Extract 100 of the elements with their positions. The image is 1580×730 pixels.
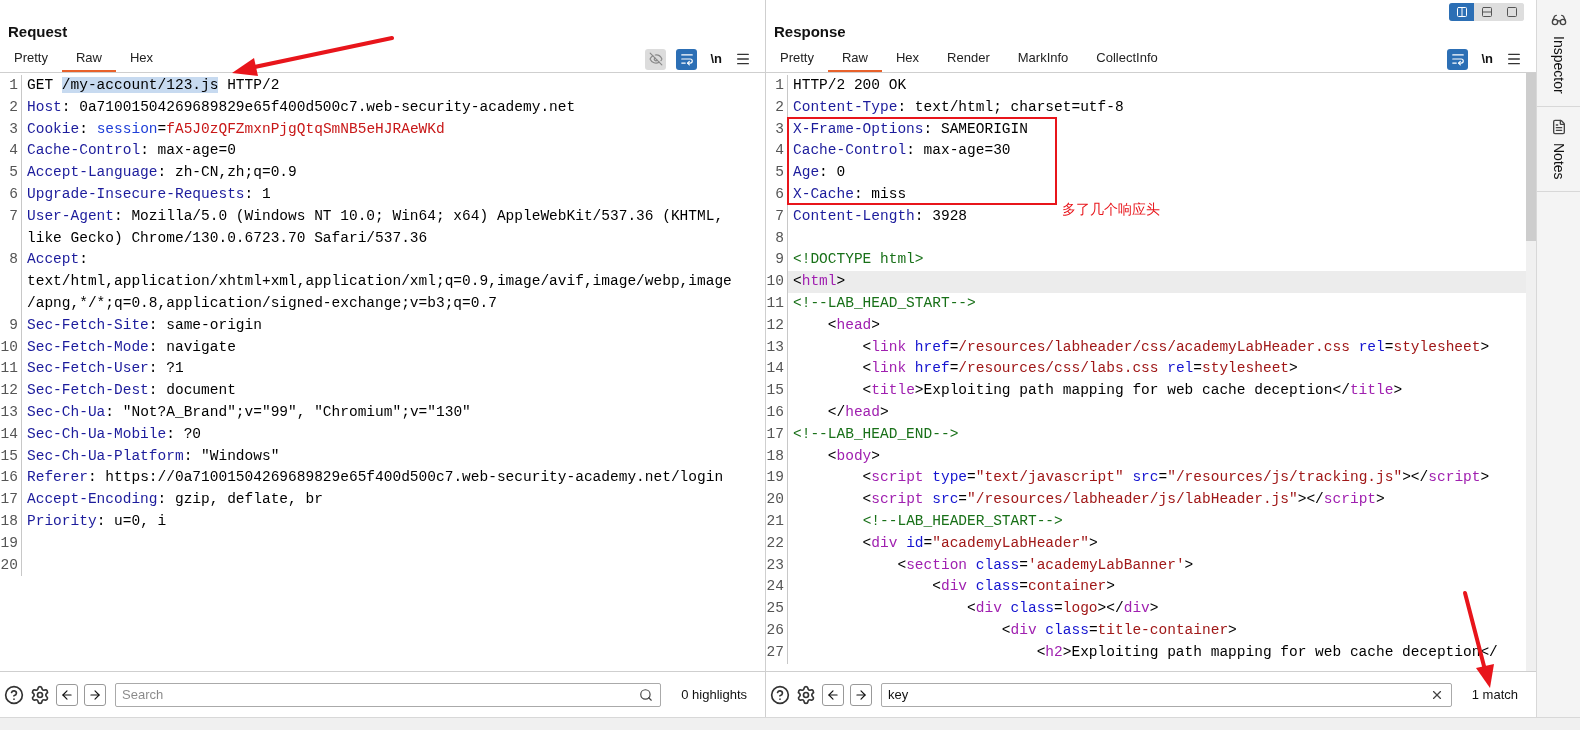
- line-number: 26: [766, 621, 784, 638]
- code-line: text/html,application/xhtml+xml,application/xml;q=0.9,image/avif,image/webp,image: [26, 272, 732, 292]
- wrap-icon: [1450, 52, 1465, 66]
- tab[interactable]: Render: [933, 46, 1004, 72]
- line-number: 9: [9, 316, 18, 333]
- forward-button[interactable]: [850, 683, 872, 706]
- line-number: 11: [766, 294, 784, 311]
- help-icon[interactable]: [4, 684, 24, 705]
- code-line: <div class=title-container>: [1000, 620, 1237, 640]
- menu-icon[interactable]: [1506, 51, 1522, 67]
- scrollbar[interactable]: [1526, 73, 1536, 241]
- square-icon: [1505, 6, 1518, 18]
- tab[interactable]: Raw: [827, 46, 882, 72]
- search-field[interactable]: Search: [115, 682, 662, 707]
- line-number: 27: [766, 643, 784, 660]
- line-number: 6: [775, 186, 784, 202]
- tab[interactable]: CollectInfo: [1082, 46, 1172, 72]
- line-number: 1: [775, 77, 784, 93]
- code-line: Accept-Language: zh-CN,zh;q=0.9: [26, 163, 297, 183]
- code-line: Referer: https://0a71001504269689829e65f400d500c7.web-security-academy.net/login: [26, 468, 724, 488]
- line-number: 13: [0, 403, 18, 420]
- back-button[interactable]: [56, 683, 78, 706]
- tab[interactable]: Hex: [116, 46, 168, 72]
- newline-toggle[interactable]: \n: [1478, 49, 1496, 69]
- line-number: 6: [9, 186, 18, 202]
- line-number: 8: [775, 229, 784, 246]
- code-line: Cache-Control: max-age=0: [26, 141, 236, 161]
- line-number: 12: [0, 382, 18, 399]
- line-number: 15: [0, 447, 18, 464]
- menu-icon[interactable]: [735, 51, 751, 67]
- line-number: 17: [0, 491, 18, 508]
- layout-button[interactable]: [1449, 3, 1474, 21]
- code-line: </head>: [826, 402, 889, 422]
- newline-toggle[interactable]: \n: [707, 49, 725, 69]
- code-line: Content-Type: text/html; charset=utf-8: [792, 97, 1124, 117]
- eye-off-icon: [648, 52, 663, 66]
- code-line: Host: 0a71001504269689829e65f400d500c7.web-security-academy.net: [26, 97, 576, 117]
- code-line: Sec-Fetch-Mode: navigate: [26, 337, 236, 357]
- line-number: 3: [775, 120, 784, 137]
- panel-title: Request: [8, 21, 68, 42]
- code-line: <!DOCTYPE html>: [792, 250, 924, 270]
- settings-icon[interactable]: [30, 684, 50, 705]
- wrap-lines-button[interactable]: [676, 48, 698, 70]
- code-line: /apng,*/*;q=0.8,application/signed-exchange;v=b3;q=0.7: [26, 293, 497, 313]
- code-line: <div class=logo></div>: [966, 599, 1159, 619]
- line-number: 2: [775, 98, 784, 115]
- line-number: 20: [766, 491, 784, 508]
- search-field[interactable]: key: [881, 682, 1452, 707]
- side-panel-tab[interactable]: Inspector: [1537, 0, 1580, 107]
- code-line: <!--LAB_HEAD_START-->: [792, 293, 976, 313]
- help-icon[interactable]: [770, 684, 790, 705]
- line-number: 7: [775, 207, 784, 224]
- code-line: Cookie: session=fA5J0zQFZmxnPjgQtqSmNB5eHJRAeWKd: [26, 119, 445, 139]
- line-number: 14: [0, 425, 18, 442]
- tab[interactable]: Hex: [882, 46, 934, 72]
- line-number: 16: [766, 403, 784, 420]
- side-panel-tab[interactable]: Notes: [1537, 106, 1580, 193]
- wrap-lines-button[interactable]: [1447, 48, 1469, 70]
- code-line: <title>Exploiting path mapping for web cache deception</title>: [861, 381, 1403, 401]
- code-line: User-Agent: Mozilla/5.0 (Windows NT 10.0; Win64; x64) AppleWebKit/537.36 (KHTML,: [26, 206, 724, 226]
- code-line: Upgrade-Insecure-Requests: 1: [26, 185, 271, 204]
- tab[interactable]: Pretty: [0, 46, 62, 72]
- line-number: 5: [775, 164, 784, 181]
- line-number: 20: [0, 556, 18, 573]
- glasses-icon: [1550, 12, 1567, 28]
- match-count: 1 match: [1470, 685, 1519, 704]
- line-number: 9: [775, 251, 784, 268]
- code-line: <!--LAB_HEADER_START-->: [861, 511, 1063, 531]
- line-number: 23: [766, 556, 784, 573]
- hide-icon[interactable]: [645, 48, 667, 70]
- back-button[interactable]: [822, 683, 844, 706]
- line-number: 10: [0, 338, 18, 355]
- line-number: 14: [766, 360, 784, 377]
- code-line: Accept-Encoding: gzip, deflate, br: [26, 490, 323, 510]
- code-line: <!--LAB_HEAD_END-->: [792, 424, 959, 444]
- line-number: 24: [766, 578, 784, 595]
- arrow-right-icon: [854, 687, 868, 702]
- code-line: <link href=/resources/css/labs.css rel=stylesheet>: [861, 359, 1298, 379]
- code-line: Sec-Fetch-Site: same-origin: [26, 315, 262, 335]
- annotation-note: 多了几个响应头: [1062, 200, 1160, 219]
- code-line: HTTP/2 200 OK: [792, 76, 907, 95]
- search-icon[interactable]: [639, 687, 654, 702]
- match-count: 0 highlights: [680, 685, 748, 704]
- tab[interactable]: Pretty: [766, 46, 828, 72]
- settings-icon[interactable]: [796, 684, 816, 705]
- forward-button[interactable]: [84, 683, 106, 706]
- line-number: 18: [766, 447, 784, 464]
- line-number: 5: [9, 164, 18, 181]
- line-number: 19: [0, 534, 18, 551]
- line-number: 17: [766, 425, 784, 442]
- code-line: <script type="text/javascript" src="/resources/js/tracking.js"></script>: [861, 468, 1490, 488]
- tab[interactable]: MarkInfo: [1003, 46, 1083, 72]
- code-line: Age: 0: [792, 163, 846, 183]
- line-number: 18: [0, 512, 18, 529]
- line-number: 4: [775, 142, 784, 159]
- code-line: Cache-Control: max-age=30: [792, 141, 1011, 161]
- panel-title: Response: [774, 21, 846, 42]
- code-line: Sec-Fetch-Dest: document: [26, 381, 236, 401]
- tab[interactable]: Raw: [61, 46, 116, 72]
- code-line: like Gecko) Chrome/130.0.6723.70 Safari/537.36: [26, 228, 428, 248]
